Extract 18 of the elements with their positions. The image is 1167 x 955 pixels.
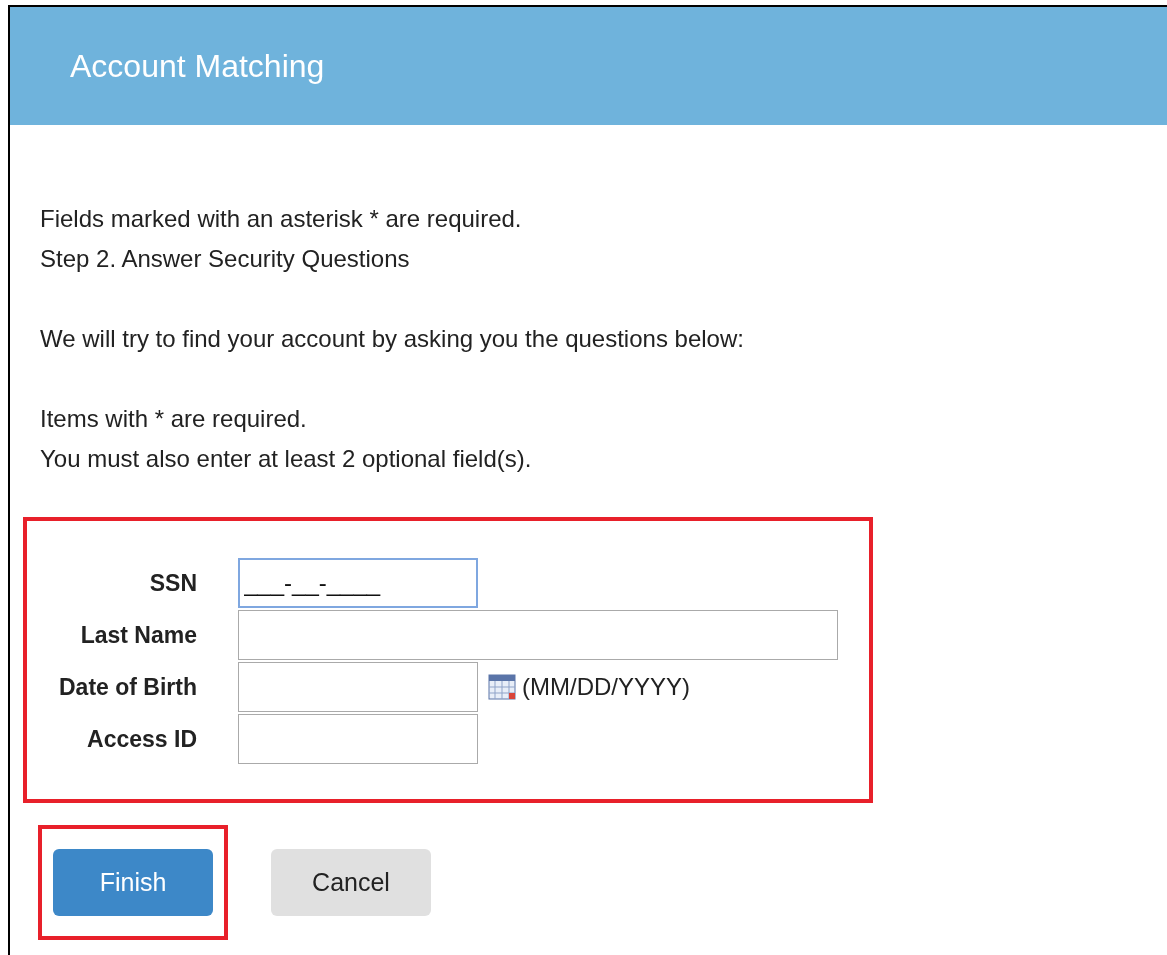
input-field[interactable]: ___-__-____ — [238, 558, 478, 608]
date-format-hint: (MM/DD/YYYY) — [522, 673, 690, 701]
instruction-text: We will try to find your account by asking you the questions below: — [40, 325, 744, 352]
instruction-text: Step 2. Answer Security Questions — [40, 245, 410, 272]
input-field[interactable] — [238, 662, 478, 712]
field-label: Last Name — [79, 621, 197, 649]
instruction-text: Fields marked with an asterisk * are required. — [40, 205, 522, 232]
instruction-text: Items with * are required. — [40, 405, 307, 432]
input-field[interactable] — [238, 610, 838, 660]
page-title: Account Matching — [70, 47, 325, 85]
field-label: Date of Birth — [58, 673, 197, 701]
instruction-text: You must also enter at least 2 optional field(s). — [40, 445, 532, 472]
cancel-button[interactable]: Cancel — [271, 849, 431, 916]
finish-button[interactable]: Finish — [53, 849, 213, 916]
input-field[interactable] — [238, 714, 478, 764]
field-label: SSN — [148, 569, 197, 597]
calendar-icon[interactable] — [488, 674, 516, 700]
field-label: Access ID — [86, 725, 197, 753]
